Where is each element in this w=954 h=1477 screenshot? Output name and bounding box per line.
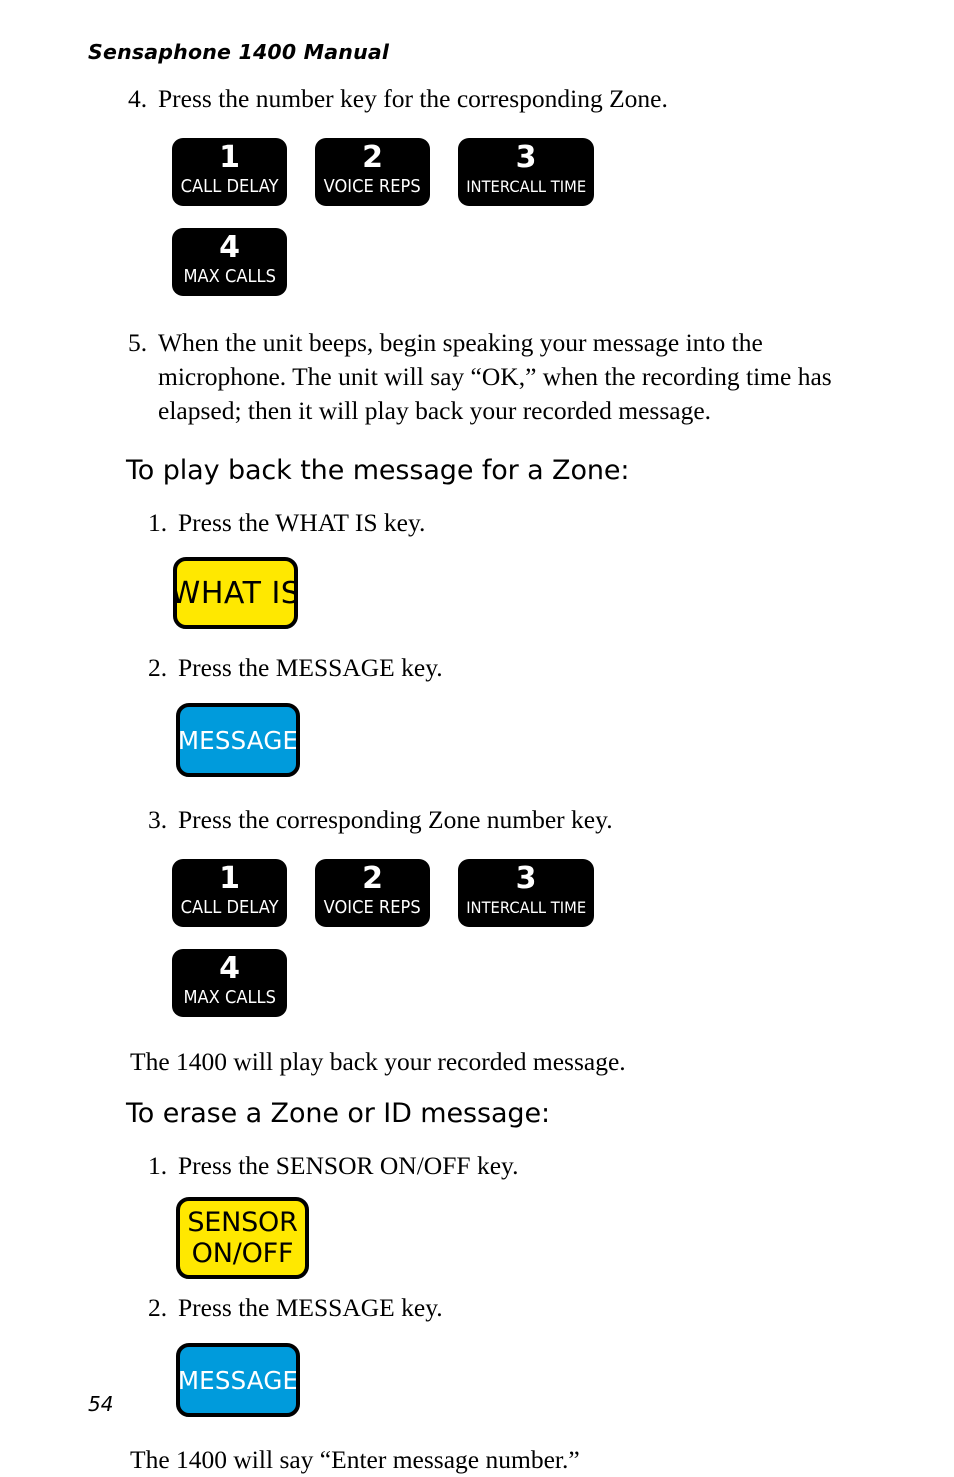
zone-key-1[interactable]: 1 CALL DELAY [172,138,287,206]
step-erase-2: 2. Press the MESSAGE key. [148,1291,888,1325]
zone-key-2[interactable]: 2 VOICE REPS [315,859,430,927]
step-text: Press the number key for the correspondi… [158,84,668,113]
section-heading-playback: To play back the message for a Zone: [126,455,630,486]
step-playback-3: 3. Press the corresponding Zone number k… [148,803,888,837]
message-key-label: MESSAGE [177,725,299,755]
zone-key-label: VOICE REPS [323,177,422,197]
zone-key-number: 1 [219,140,240,175]
zone-key-number: 4 [219,951,240,986]
zone-key-label: INTERCALL TIME [466,177,586,196]
zone-key-4[interactable]: 4 MAX CALLS [172,949,287,1017]
zone-key-row-top-1: 1 CALL DELAY 2 VOICE REPS 3 INTERCALL TI… [172,138,888,206]
step-number: 2. [148,653,168,682]
step-text: Press the SENSOR ON/OFF key. [178,1151,519,1180]
zone-key-1[interactable]: 1 CALL DELAY [172,859,287,927]
section-heading-erase: To erase a Zone or ID message: [126,1098,550,1129]
zone-key-number: 3 [515,861,537,896]
zone-key-number: 3 [515,140,537,175]
step-playback-1: 1. Press the WHAT IS key. [148,506,888,540]
what-is-key-label: WHAT IS [173,575,298,611]
zone-key-label: MAX CALLS [183,988,276,1008]
zone-key-3[interactable]: 3 INTERCALL TIME [458,859,594,927]
zone-key-number: 2 [362,140,383,175]
what-is-key-row: WHAT IS [173,557,888,629]
step-number: 3. [148,805,168,834]
page-number: 54 [88,1392,114,1416]
step-text: Press the WHAT IS key. [178,508,426,537]
step-number: 1. [148,1151,168,1180]
zone-key-row-top-2: 4 MAX CALLS [172,228,888,296]
message-key[interactable]: MESSAGE [176,703,300,777]
zone-key-label: INTERCALL TIME [466,898,586,917]
zone-key-4[interactable]: 4 MAX CALLS [172,228,287,296]
step-text: Press the MESSAGE key. [178,1293,443,1322]
sensor-on-off-key-label-line2: ON/OFF [191,1238,294,1269]
step-text: Press the MESSAGE key. [178,653,443,682]
step-number: 5. [128,328,148,357]
zone-key-label: VOICE REPS [323,898,422,918]
zone-key-number: 1 [219,861,240,896]
step-number: 2. [148,1293,168,1322]
message-key-label: MESSAGE [177,1365,299,1395]
zone-key-3[interactable]: 3 INTERCALL TIME [458,138,594,206]
step-number: 1. [148,508,168,537]
zone-key-number: 4 [219,230,240,265]
what-is-key[interactable]: WHAT IS [173,557,298,629]
playback-closing-text: The 1400 will play back your recorded me… [130,1047,626,1076]
manual-page: Sensaphone 1400 Manual 4. Press the numb… [0,0,954,1475]
zone-key-row-bottom-2: 4 MAX CALLS [172,949,888,1017]
step-text: Press the corresponding Zone number key. [178,805,613,834]
erase-closing-text: The 1400 will say “Enter message number.… [130,1445,580,1474]
page-content: 4. Press the number key for the correspo… [126,82,888,1477]
sensor-on-off-key-label-line1: SENSOR [187,1207,298,1238]
message-key-row-playback: MESSAGE [176,703,888,777]
step-erase-1: 1. Press the SENSOR ON/OFF key. [148,1149,888,1183]
zone-key-label: CALL DELAY [180,177,279,197]
sensor-key-row: SENSOR ON/OFF [176,1197,888,1279]
step-playback-2: 2. Press the MESSAGE key. [148,651,888,685]
step-record-4: 4. Press the number key for the correspo… [128,82,888,116]
sensor-on-off-key[interactable]: SENSOR ON/OFF [176,1197,309,1279]
step-text: When the unit beeps, begin speaking your… [158,328,832,425]
zone-key-2[interactable]: 2 VOICE REPS [315,138,430,206]
zone-key-label: MAX CALLS [183,267,276,287]
running-head: Sensaphone 1400 Manual [88,40,390,64]
message-key-row-erase: MESSAGE [176,1343,888,1417]
zone-key-label: CALL DELAY [180,898,279,918]
message-key[interactable]: MESSAGE [176,1343,300,1417]
zone-key-number: 2 [362,861,383,896]
step-record-5: 5. When the unit beeps, begin speaking y… [128,326,888,428]
zone-key-row-bottom-1: 1 CALL DELAY 2 VOICE REPS 3 INTERCALL TI… [172,859,888,927]
step-number: 4. [128,84,148,113]
